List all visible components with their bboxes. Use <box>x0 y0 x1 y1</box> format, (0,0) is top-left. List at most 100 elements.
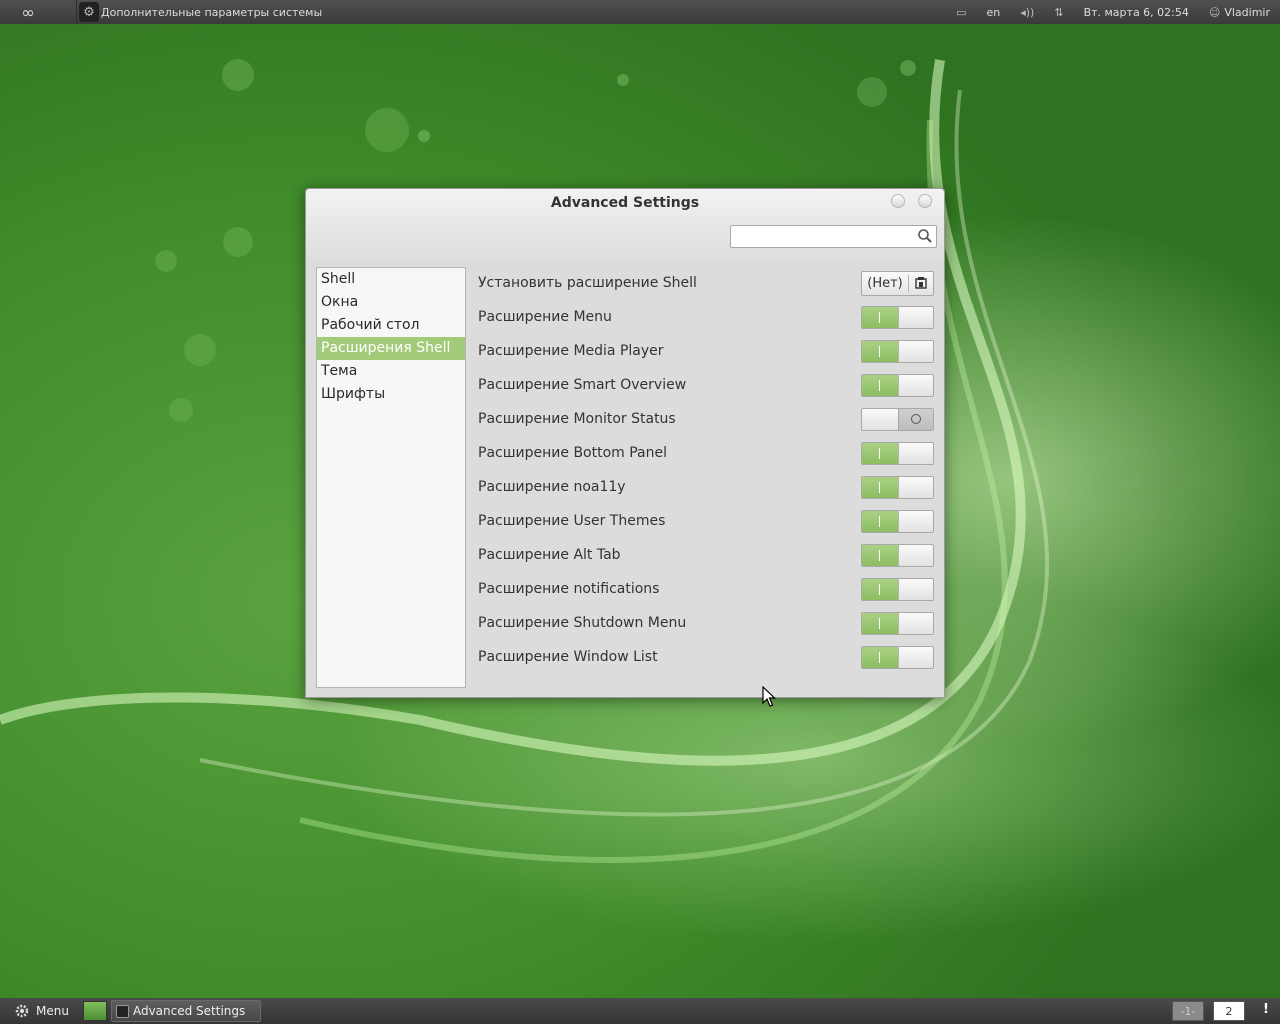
bottom-panel: Menu Advanced Settings -1- 2 ! <box>0 998 1280 1024</box>
extension-row: Расширение noa11y <box>477 470 934 504</box>
toggle-on-mark <box>879 481 881 493</box>
toggle-left-half <box>862 578 898 600</box>
toggle-right-half <box>897 476 933 498</box>
clock[interactable]: Вт. марта 6, 02:54 <box>1074 0 1199 24</box>
active-app-title[interactable]: Дополнительные параметры системы <box>101 6 322 19</box>
show-desktop-button[interactable] <box>82 1001 107 1021</box>
extension-toggle[interactable] <box>861 577 934 601</box>
sidebar-item-windows[interactable]: Окна <box>317 291 465 314</box>
sidebar-item-shell-extensions[interactable]: Расширения Shell <box>317 337 465 360</box>
top-panel: ∞ ⚙ Дополнительные параметры системы ▭ e… <box>0 0 1280 24</box>
toggle-on-mark <box>879 549 881 561</box>
taskbar-window-button[interactable]: Advanced Settings <box>110 1000 261 1022</box>
toggle-on-mark <box>879 515 881 527</box>
notification-indicator[interactable]: ! <box>1260 1002 1272 1020</box>
search-input[interactable] <box>731 226 911 248</box>
close-button[interactable] <box>918 194 932 208</box>
taskbar-window-label: Advanced Settings <box>132 1004 246 1018</box>
toggle-left-half <box>862 612 898 634</box>
file-chooser-button[interactable]: (Нет) <box>861 270 934 296</box>
search-icon[interactable] <box>917 228 933 244</box>
extension-toggle[interactable] <box>861 373 934 397</box>
window-title: Advanced Settings <box>550 195 700 211</box>
toggle-off-mark <box>910 414 921 424</box>
extension-toggle[interactable] <box>861 339 934 363</box>
extension-label: Расширение noa11y <box>478 479 626 495</box>
toggle-left-half <box>862 544 898 566</box>
extension-toggle[interactable] <box>861 509 934 533</box>
open-folder-icon <box>909 276 933 290</box>
window-titlebar[interactable]: Advanced Settings <box>306 189 944 259</box>
workspace-2[interactable]: 2 <box>1213 1001 1245 1021</box>
system-tray: ▭ en ◂)) ⇅ Вт. марта 6, 02:54 ☺ Vladimir <box>946 0 1280 24</box>
extension-row: Расширение Menu <box>477 300 934 334</box>
workspace-1[interactable]: -1- <box>1172 1001 1204 1021</box>
toggle-right-half <box>897 646 933 668</box>
extension-toggle[interactable] <box>861 305 934 329</box>
extension-row: Расширение Bottom Panel <box>477 436 934 470</box>
extension-row: Расширение Shutdown Menu <box>477 606 934 640</box>
install-extension-label: Установить расширение Shell <box>478 275 697 291</box>
sidebar-item-desktop[interactable]: Рабочий стол <box>317 314 465 337</box>
menu-button[interactable]: Menu <box>0 998 77 1024</box>
extension-row: Расширение Smart Overview <box>477 368 934 402</box>
extension-row: Расширение User Themes <box>477 504 934 538</box>
toggle-left-half <box>862 510 898 532</box>
extension-row: Расширение Window List <box>477 640 934 674</box>
extension-label: Расширение notifications <box>478 581 660 597</box>
category-sidebar: Shell Окна Рабочий стол Расширения Shell… <box>316 267 466 688</box>
toggle-right-half <box>897 306 933 328</box>
keyboard-layout-indicator[interactable]: en <box>976 0 1010 24</box>
extension-label: Расширение Alt Tab <box>478 547 621 563</box>
toggle-right-half <box>897 578 933 600</box>
volume-icon[interactable]: ◂)) <box>1010 0 1044 24</box>
toggle-right-half <box>897 510 933 532</box>
network-icon[interactable]: ⇅ <box>1044 0 1073 24</box>
toggle-left-half <box>862 340 898 362</box>
extension-row: Расширение Media Player <box>477 334 934 368</box>
settings-app-icon <box>115 1004 129 1018</box>
extension-label: Расширение User Themes <box>478 513 666 529</box>
panel-separator <box>76 0 77 24</box>
extension-row: Расширение Alt Tab <box>477 538 934 572</box>
extension-toggle[interactable] <box>861 475 934 499</box>
gear-icon <box>15 1004 29 1018</box>
search-field[interactable] <box>730 225 937 248</box>
menu-label: Menu <box>36 1004 69 1018</box>
minimize-button[interactable] <box>891 194 905 208</box>
sidebar-item-shell[interactable]: Shell <box>317 268 465 291</box>
advanced-settings-window: Advanced Settings Shell Окна Рабочий сто… <box>305 188 945 698</box>
extension-label: Расширение Window List <box>478 649 658 665</box>
extension-toggle[interactable] <box>861 441 934 465</box>
toggle-left-half <box>862 408 898 430</box>
sidebar-item-fonts[interactable]: Шрифты <box>317 383 465 406</box>
settings-app-icon[interactable]: ⚙ <box>79 2 99 22</box>
toggle-right-half <box>897 612 933 634</box>
user-icon: ☺ <box>1208 5 1221 19</box>
extension-toggle[interactable] <box>861 543 934 567</box>
extension-row: Расширение notifications <box>477 572 934 606</box>
extension-label: Расширение Monitor Status <box>478 411 676 427</box>
toggle-left-half <box>862 374 898 396</box>
toggle-on-mark <box>879 583 881 595</box>
user-menu[interactable]: ☺ Vladimir <box>1199 0 1280 24</box>
toggle-on-mark <box>879 379 881 391</box>
user-name: Vladimir <box>1224 5 1270 19</box>
settings-list: Установить расширение Shell (Нет) Расшир… <box>477 266 934 674</box>
extension-toggle[interactable] <box>861 407 934 431</box>
toggle-on-mark <box>879 617 881 629</box>
toggle-left-half <box>862 306 898 328</box>
extension-label: Расширение Media Player <box>478 343 664 359</box>
infinity-icon[interactable]: ∞ <box>0 0 56 24</box>
file-chooser-label: (Нет) <box>867 275 903 291</box>
extension-toggle[interactable] <box>861 645 934 669</box>
toggle-on-mark <box>879 311 881 323</box>
extension-toggle[interactable] <box>861 611 934 635</box>
extension-label: Расширение Menu <box>478 309 612 325</box>
sidebar-item-theme[interactable]: Тема <box>317 360 465 383</box>
toggle-on-mark <box>879 447 881 459</box>
keyboard-icon[interactable]: ▭ <box>946 0 976 24</box>
install-extension-row: Установить расширение Shell (Нет) <box>477 266 934 300</box>
toggle-left-half <box>862 646 898 668</box>
extension-label: Расширение Bottom Panel <box>478 445 668 461</box>
